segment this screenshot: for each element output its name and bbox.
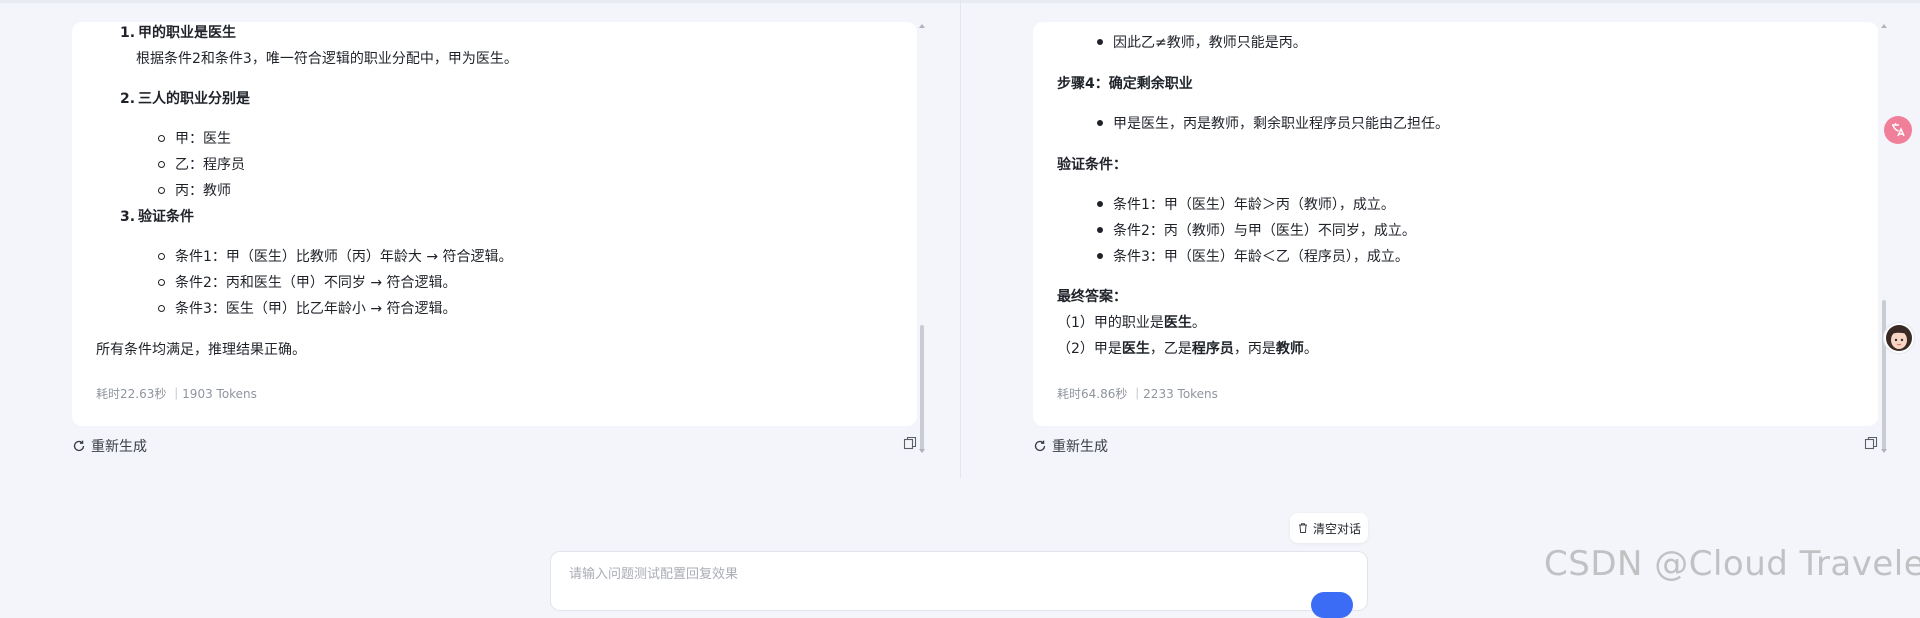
left-conclusion: 所有条件均满足，推理结果正确。 (96, 342, 306, 358)
verify-item: 条件2：丙（教师）与甲（医生）不同岁，成立。 (1097, 218, 1416, 244)
left-item1-title: 甲的职业是医生 (138, 25, 236, 41)
question-input-container (550, 551, 1368, 618)
right-final-title: 最终答案： (1057, 289, 1127, 305)
right-step4-title: 步骤4：确定剩余职业 (1057, 76, 1193, 92)
profession-item: 乙：程序员 (158, 152, 245, 178)
right-regenerate-button[interactable]: 重新生成 (1033, 436, 1108, 456)
final-answer-2: （2）甲是医生，乙是程序员，丙是教师。 (1057, 341, 1318, 357)
bullet-icon (1097, 227, 1103, 233)
left-regenerate-button[interactable]: 重新生成 (72, 436, 147, 456)
right-scroll-up-arrow[interactable] (1881, 24, 1887, 28)
bullet-icon (1097, 39, 1103, 45)
left-item2-title: 三人的职业分别是 (138, 91, 250, 107)
left-response-content: 1. 甲的职业是医生 根据条件2和条件3，唯一符合逻辑的职业分配中，甲为医生。 2… (96, 22, 893, 426)
assistant-avatar-icon[interactable] (1883, 322, 1915, 354)
profession-item: 甲：医生 (158, 126, 231, 152)
column-divider (960, 0, 961, 478)
translate-icon[interactable] (1884, 116, 1912, 144)
left-scrollbar-thumb[interactable] (920, 325, 924, 452)
right-regenerate-label: 重新生成 (1052, 439, 1108, 455)
verify-item: 条件3：甲（医生）年龄＜乙（程序员），成立。 (1097, 244, 1409, 270)
translate-glyph-icon (1892, 123, 1905, 137)
circle-bullet-icon (158, 278, 165, 286)
right-bullet-item: 甲是医生，丙是教师，剩余职业程序员只能由乙担任。 (1097, 111, 1449, 137)
condition-item: 条件2：丙和医生（甲）不同岁 → 符合逻辑。 (158, 270, 457, 296)
left-item1-desc: 根据条件2和条件3，唯一符合逻辑的职业分配中，甲为医生。 (136, 51, 518, 67)
condition-item: 条件1：甲（医生）比教师（丙）年龄大 → 符合逻辑。 (158, 244, 513, 270)
right-scroll-down-arrow[interactable] (1881, 449, 1887, 453)
copy-icon[interactable] (903, 436, 917, 450)
bullet-icon (1097, 120, 1103, 126)
clear-conversation-label: 清空对话 (1312, 521, 1361, 536)
clear-conversation-button[interactable]: 清空对话 (1290, 513, 1368, 543)
refresh-icon (73, 440, 85, 452)
circle-bullet-icon (158, 252, 165, 260)
bullet-icon (1097, 201, 1103, 207)
right-response-content: 因此乙≠教师，教师只能是丙。 步骤4：确定剩余职业 甲是医生，丙是教师，剩余职业… (1057, 22, 1854, 426)
right-bullet-item: 因此乙≠教师，教师只能是丙。 (1097, 30, 1307, 56)
avatar-face-icon (1886, 325, 1912, 351)
watermark: CSDN @Cloud Traveler (1544, 544, 1920, 584)
left-item3-title: 验证条件 (138, 209, 194, 225)
trash-icon (1298, 523, 1307, 533)
right-response-card: 因此乙≠教师，教师只能是丙。 步骤4：确定剩余职业 甲是医生，丙是教师，剩余职业… (1033, 22, 1878, 426)
circle-bullet-icon (158, 160, 165, 168)
left-item3: 3. 验证条件 (120, 209, 194, 225)
circle-bullet-icon (158, 186, 165, 194)
profession-item: 丙：教师 (158, 178, 231, 204)
refresh-icon (1034, 440, 1046, 452)
send-button[interactable] (1311, 592, 1353, 618)
left-response-meta: 耗时22.63秒 ｜1903 Tokens (96, 387, 257, 401)
left-item2: 2. 三人的职业分别是 (120, 91, 250, 107)
left-item1: 1. 甲的职业是医生 (120, 25, 236, 41)
left-scroll-down-arrow[interactable] (919, 449, 925, 453)
final-answer-1: （1）甲的职业是医生。 (1057, 315, 1206, 331)
circle-bullet-icon (158, 134, 165, 142)
question-input[interactable] (567, 562, 1271, 586)
circle-bullet-icon (158, 304, 165, 312)
right-response-meta: 耗时64.86秒 ｜2233 Tokens (1057, 387, 1218, 401)
left-response-card: 1. 甲的职业是医生 根据条件2和条件3，唯一符合逻辑的职业分配中，甲为医生。 2… (72, 22, 917, 426)
left-regenerate-label: 重新生成 (91, 439, 147, 455)
left-scroll-up-arrow[interactable] (919, 24, 925, 28)
bullet-icon (1097, 253, 1103, 259)
condition-item: 条件3：医生（甲）比乙年龄小 → 符合逻辑。 (158, 296, 457, 322)
copy-icon[interactable] (1864, 436, 1878, 450)
right-verify-title: 验证条件： (1057, 157, 1127, 173)
verify-item: 条件1：甲（医生）年龄＞丙（教师），成立。 (1097, 192, 1395, 218)
